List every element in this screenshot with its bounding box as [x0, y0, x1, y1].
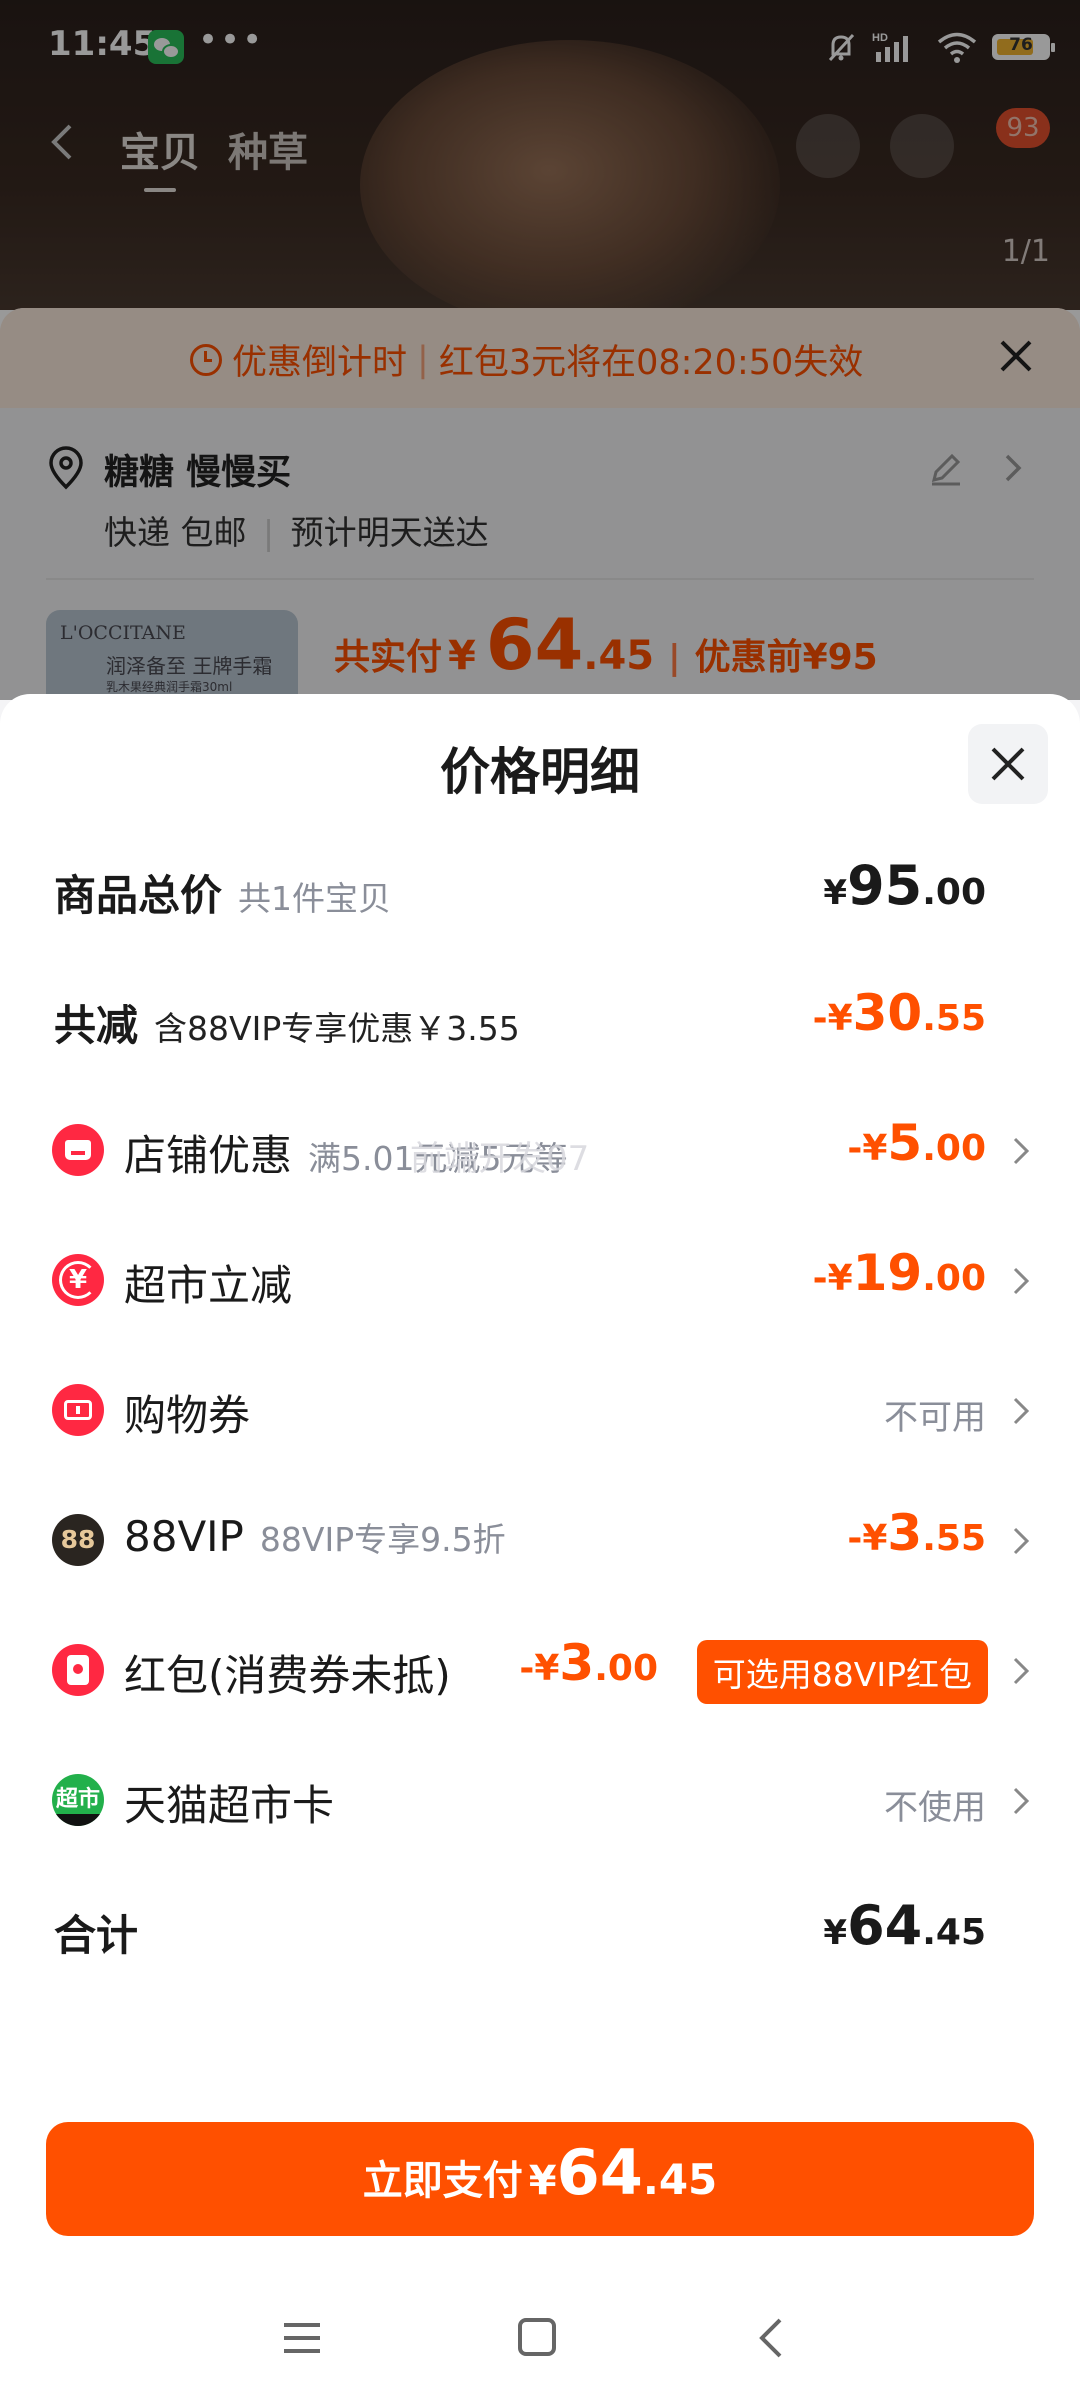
- row-note: 共1件宝贝: [238, 879, 392, 918]
- row-red-packet[interactable]: 红包(消费券未抵) -¥3.00 可选用88VIP红包: [0, 1624, 1080, 1714]
- menu-icon[interactable]: [282, 2320, 322, 2356]
- pay-button-integer: 64: [556, 2136, 643, 2209]
- chevron-right-icon: [1013, 1787, 1030, 1815]
- pay-button-label: 立即支付: [362, 2158, 523, 2204]
- row-grand-total: 合计 ¥64.45: [0, 1884, 1080, 1974]
- pay-button-decimal: .45: [642, 2155, 718, 2204]
- vip-icon: 88: [52, 1514, 104, 1566]
- row-label: 超市立减: [124, 1261, 293, 1310]
- home-icon[interactable]: [518, 2318, 556, 2356]
- row-amount: -¥3.55: [847, 1504, 986, 1562]
- row-total-discount: 共减 含88VIP专享优惠￥3.55 -¥30.55: [0, 974, 1080, 1064]
- row-label: 88VIP: [124, 1512, 244, 1561]
- vip-red-packet-tag[interactable]: 可选用88VIP红包: [696, 1640, 988, 1704]
- row-goods-total: 商品总价 共1件宝贝 ¥95.00: [0, 844, 1080, 934]
- modal-close-button[interactable]: [968, 724, 1048, 804]
- system-back-icon[interactable]: [756, 2316, 786, 2360]
- chevron-right-icon: [1013, 1267, 1030, 1295]
- row-amount: -¥19.00: [812, 1244, 986, 1302]
- row-amount: ¥64.45: [823, 1894, 986, 1957]
- row-label: 购物券: [124, 1391, 251, 1440]
- row-label: 店铺优惠: [124, 1131, 293, 1180]
- row-note: 88VIP专享9.5折: [259, 1520, 506, 1559]
- shop-icon: [52, 1124, 104, 1176]
- chevron-right-icon: [1013, 1657, 1030, 1685]
- system-navigation-bar: [0, 2292, 1080, 2392]
- chevron-right-icon: [1013, 1137, 1030, 1165]
- row-amount: -¥3.00: [519, 1634, 658, 1692]
- red-packet-icon: [52, 1644, 104, 1696]
- row-label: 合计: [54, 1911, 139, 1960]
- row-amount: -¥30.55: [812, 984, 986, 1042]
- chevron-right-icon: [1013, 1397, 1030, 1425]
- row-supermarket-discount[interactable]: ¥ 超市立减 -¥19.00: [0, 1234, 1080, 1324]
- row-amount: ¥95.00: [823, 854, 986, 917]
- row-tmall-card[interactable]: 超市 天猫超市卡 不使用: [0, 1754, 1080, 1844]
- modal-backdrop[interactable]: [0, 0, 1080, 700]
- row-label: 共减: [54, 1001, 139, 1050]
- chevron-right-icon: [1013, 1527, 1030, 1555]
- row-status: 不可用: [884, 1398, 986, 1438]
- coupon-icon: [52, 1384, 104, 1436]
- row-amount: -¥5.00: [847, 1114, 986, 1172]
- row-label: 天猫超市卡: [124, 1781, 335, 1830]
- watermark: 前端开发07: [410, 1139, 590, 1179]
- row-label: 商品总价: [54, 871, 223, 920]
- close-icon: [991, 747, 1025, 781]
- pay-button-currency: ¥: [528, 2158, 557, 2204]
- row-88vip[interactable]: 88 88VIP 88VIP专享9.5折 -¥3.55: [0, 1494, 1080, 1584]
- modal-title: 价格明细: [440, 743, 640, 801]
- row-shopping-coupon[interactable]: 购物券 不可用: [0, 1364, 1080, 1454]
- pay-now-button[interactable]: 立即支付 ¥ 64 .45: [46, 2122, 1034, 2236]
- discount-icon: ¥: [52, 1254, 104, 1306]
- row-note: 含88VIP专享优惠￥3.55: [154, 1009, 520, 1048]
- row-label: 红包(消费券未抵): [124, 1651, 451, 1700]
- row-status: 不使用: [884, 1788, 986, 1828]
- supermarket-card-icon: 超市: [52, 1774, 104, 1826]
